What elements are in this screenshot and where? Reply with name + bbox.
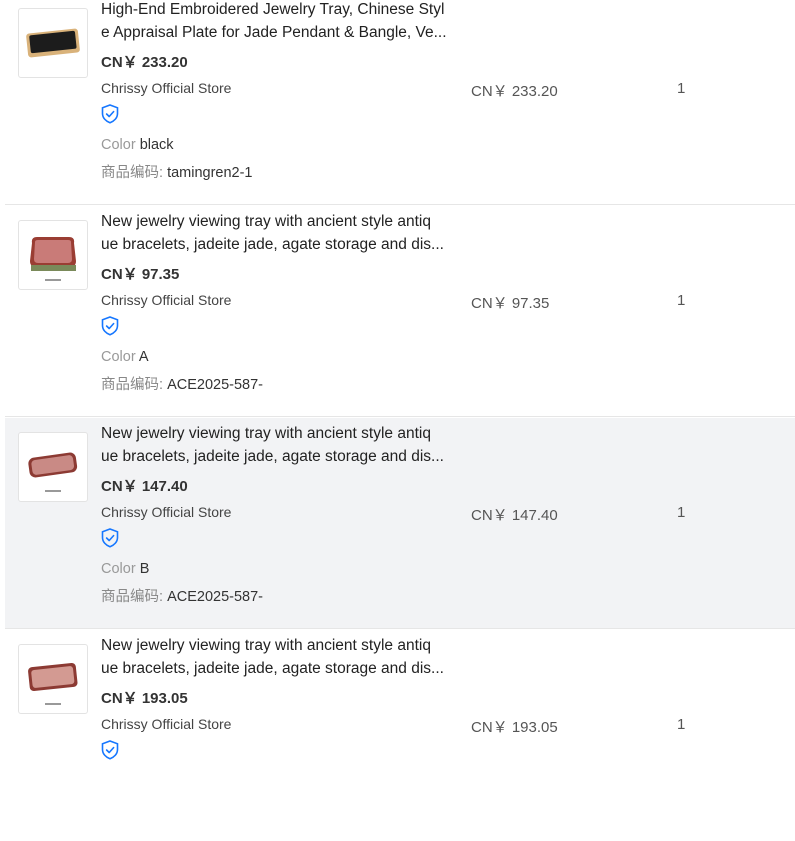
option-label: Color xyxy=(101,137,136,153)
product-price: CN￥ 193.05 xyxy=(101,690,188,707)
store-name[interactable]: Chrissy Official Store xyxy=(101,716,231,732)
order-item-row: New jewelry viewing tray with ancient st… xyxy=(5,418,795,629)
sku-label: 商品编码: xyxy=(101,377,164,393)
product-price: CN￥ 233.20 xyxy=(101,54,188,71)
store-name[interactable]: Chrissy Official Store xyxy=(101,292,231,308)
product-title[interactable]: New jewelry viewing tray with ancient st… xyxy=(101,210,447,256)
unit-price: CN￥ 97.35 xyxy=(471,295,550,312)
product-sku: 商品编码: tamingren2-1 xyxy=(101,161,253,182)
product-title-line2[interactable]: ue bracelets, jadeite jade, agate storag… xyxy=(101,657,447,680)
option-value: B xyxy=(139,561,150,577)
option-label: Color xyxy=(101,349,136,365)
sku-label: 商品编码: xyxy=(101,589,164,605)
option-value: black xyxy=(139,137,174,153)
product-title-line2[interactable]: ue bracelets, jadeite jade, agate storag… xyxy=(101,233,447,256)
verified-shield-icon xyxy=(101,528,119,548)
product-title[interactable]: New jewelry viewing tray with ancient st… xyxy=(101,422,447,468)
product-title-line2[interactable]: ue bracelets, jadeite jade, agate storag… xyxy=(101,445,447,468)
product-thumbnail[interactable] xyxy=(18,432,88,502)
verified-shield-icon xyxy=(101,104,119,124)
product-title-line1[interactable]: New jewelry viewing tray with ancient st… xyxy=(101,422,447,445)
product-thumbnail[interactable] xyxy=(18,8,88,78)
verified-shield-icon xyxy=(101,316,119,336)
product-option: Color B xyxy=(101,561,149,577)
product-sku: 商品编码: ACE2025-587- xyxy=(101,373,263,394)
product-option: Color A xyxy=(101,349,149,365)
verified-shield-icon xyxy=(101,740,119,760)
store-name[interactable]: Chrissy Official Store xyxy=(101,504,231,520)
order-item-row: High-End Embroidered Jewelry Tray, Chine… xyxy=(5,0,795,205)
product-title-line2[interactable]: e Appraisal Plate for Jade Pendant & Ban… xyxy=(101,21,447,44)
product-title-line1[interactable]: High-End Embroidered Jewelry Tray, Chine… xyxy=(101,0,447,21)
product-option: Color black xyxy=(101,137,174,153)
option-value: A xyxy=(138,349,149,365)
store-name[interactable]: Chrissy Official Store xyxy=(101,80,231,96)
product-price: CN￥ 97.35 xyxy=(101,266,180,283)
product-title-line1[interactable]: New jewelry viewing tray with ancient st… xyxy=(101,210,447,233)
product-thumbnail[interactable] xyxy=(18,644,88,714)
quantity: 1 xyxy=(677,716,686,733)
sku-value: ACE2025-587- xyxy=(167,589,263,605)
quantity: 1 xyxy=(677,292,686,309)
quantity: 1 xyxy=(677,80,686,97)
product-title[interactable]: High-End Embroidered Jewelry Tray, Chine… xyxy=(101,0,447,44)
order-item-row: New jewelry viewing tray with ancient st… xyxy=(5,630,795,841)
unit-price: CN￥ 193.05 xyxy=(471,719,558,736)
sku-label: 商品编码: xyxy=(101,165,164,181)
product-thumbnail[interactable] xyxy=(18,220,88,290)
sku-value: tamingren2-1 xyxy=(167,165,253,181)
sku-value: ACE2025-587- xyxy=(167,377,263,393)
unit-price: CN￥ 147.40 xyxy=(471,507,558,524)
product-sku: 商品编码: ACE2025-587- xyxy=(101,585,263,606)
unit-price: CN￥ 233.20 xyxy=(471,83,558,100)
quantity: 1 xyxy=(677,504,686,521)
product-price: CN￥ 147.40 xyxy=(101,478,188,495)
product-title-line1[interactable]: New jewelry viewing tray with ancient st… xyxy=(101,634,447,657)
product-title[interactable]: New jewelry viewing tray with ancient st… xyxy=(101,634,447,680)
option-label: Color xyxy=(101,561,136,577)
order-item-row: New jewelry viewing tray with ancient st… xyxy=(5,206,795,417)
